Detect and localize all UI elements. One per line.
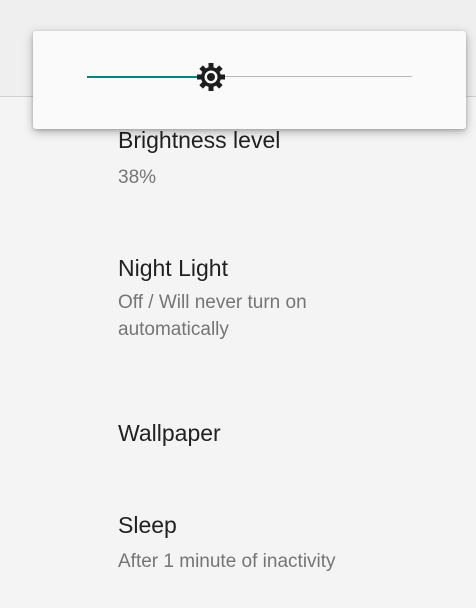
brightness-slider[interactable]	[87, 59, 412, 95]
setting-title: Brightness level	[118, 127, 281, 153]
setting-title: Night Light	[118, 255, 228, 281]
setting-summary: Off / Will never turn on automatically	[118, 292, 307, 340]
setting-brightness-level[interactable]: Brightness level 38%	[118, 125, 458, 191]
setting-title: Wallpaper	[118, 420, 221, 446]
brightness-slider-dialog	[33, 31, 466, 129]
slider-thumb[interactable]	[193, 59, 229, 95]
setting-title: Sleep	[118, 512, 177, 538]
setting-night-light[interactable]: Night Light Off / Will never turn on aut…	[118, 253, 458, 343]
brightness-icon	[197, 63, 225, 91]
setting-sleep[interactable]: Sleep After 1 minute of inactivity	[118, 510, 458, 575]
setting-summary: 38%	[118, 167, 157, 188]
slider-track-empty	[225, 76, 412, 77]
setting-wallpaper[interactable]: Wallpaper	[118, 418, 458, 448]
slider-track-filled	[87, 76, 197, 78]
setting-summary: After 1 minute of inactivity	[118, 551, 336, 572]
